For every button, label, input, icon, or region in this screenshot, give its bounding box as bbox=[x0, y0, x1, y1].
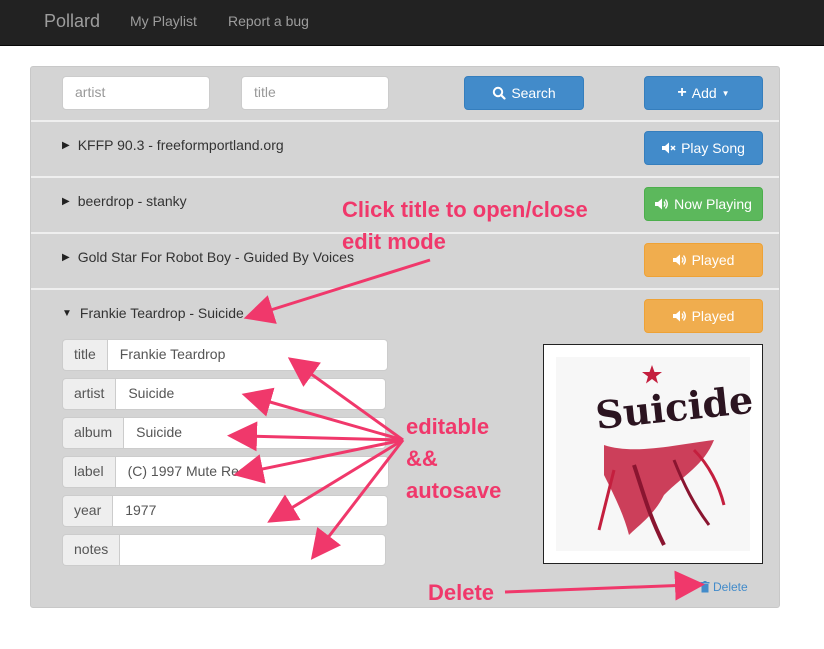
label-input[interactable]: (C) 1997 Mute Rec bbox=[114, 456, 389, 488]
plus-icon: + bbox=[677, 84, 687, 101]
delete-label: Delete bbox=[713, 580, 748, 594]
album-art: Suicide bbox=[543, 344, 763, 564]
volume-up-icon bbox=[672, 310, 686, 322]
play-song-button[interactable]: Play Song bbox=[644, 131, 763, 165]
artist-search-input[interactable]: artist bbox=[62, 76, 210, 110]
search-button-label: Search bbox=[511, 85, 556, 101]
song-row-title[interactable]: ▶ beerdrop - stanky bbox=[62, 193, 187, 209]
brand-link[interactable]: Pollard bbox=[44, 11, 100, 32]
year-field: year 1977 bbox=[62, 495, 389, 527]
label-field: label (C) 1997 Mute Rec bbox=[62, 456, 389, 488]
song-row-title-expanded[interactable]: ▼ Frankie Teardrop - Suicide bbox=[62, 305, 244, 321]
notes-field: notes bbox=[62, 534, 387, 566]
nav-report-bug[interactable]: Report a bug bbox=[228, 13, 309, 29]
add-button[interactable]: + Add ▼ bbox=[644, 76, 763, 110]
caret-right-icon: ▶ bbox=[62, 139, 70, 151]
field-label: notes bbox=[62, 534, 120, 566]
row-divider bbox=[31, 120, 779, 122]
trash-icon bbox=[700, 581, 710, 593]
nav-my-playlist[interactable]: My Playlist bbox=[130, 13, 197, 29]
song-title-label: Gold Star For Robot Boy - Guided By Voic… bbox=[77, 249, 354, 265]
artist-input[interactable]: Suicide bbox=[115, 378, 387, 410]
field-label: year bbox=[62, 495, 113, 527]
annotation-title-hint: edit mode bbox=[342, 229, 446, 254]
song-row-title[interactable]: ▶ KFFP 90.3 - freeformportland.org bbox=[62, 137, 284, 153]
annotation-title-hint: Click title to open/close bbox=[342, 197, 588, 222]
delete-button[interactable]: Delete bbox=[700, 580, 748, 594]
volume-up-icon bbox=[672, 254, 686, 266]
played-label: Played bbox=[691, 252, 735, 268]
field-label: album bbox=[62, 417, 124, 449]
album-input[interactable]: Suicide bbox=[123, 417, 387, 449]
annotation-editable: && bbox=[406, 446, 438, 471]
search-button[interactable]: Search bbox=[464, 76, 584, 110]
caret-down-icon: ▼ bbox=[62, 307, 72, 319]
now-playing-label: Now Playing bbox=[674, 196, 752, 212]
caret-right-icon: ▶ bbox=[62, 195, 70, 207]
field-label: artist bbox=[62, 378, 116, 410]
annotation-editable: autosave bbox=[406, 478, 502, 503]
field-label: title bbox=[62, 339, 107, 371]
artist-field: artist Suicide bbox=[62, 378, 387, 410]
annotation-editable: editable bbox=[406, 414, 490, 439]
field-label: label bbox=[62, 456, 115, 488]
year-input[interactable]: 1977 bbox=[112, 495, 389, 527]
title-field: title Frankie Teardrop bbox=[62, 339, 388, 371]
title-input[interactable]: Frankie Teardrop bbox=[106, 339, 388, 371]
volume-off-icon bbox=[662, 142, 676, 154]
annotation-delete: Delete bbox=[428, 580, 495, 605]
row-divider bbox=[31, 176, 779, 178]
song-title-label: Frankie Teardrop - Suicide bbox=[79, 305, 244, 321]
title-search-input[interactable]: title bbox=[241, 76, 389, 110]
played-button[interactable]: Played bbox=[644, 243, 763, 277]
now-playing-button[interactable]: Now Playing bbox=[644, 187, 763, 221]
song-title-label: beerdrop - stanky bbox=[77, 193, 187, 209]
played-button[interactable]: Played bbox=[644, 299, 763, 333]
notes-input[interactable] bbox=[119, 534, 387, 566]
add-button-label: Add bbox=[691, 85, 717, 101]
caret-right-icon: ▶ bbox=[62, 251, 70, 263]
played-label: Played bbox=[691, 308, 735, 324]
row-divider bbox=[31, 288, 779, 290]
song-title-label: KFFP 90.3 - freeformportland.org bbox=[77, 137, 284, 153]
album-field: album Suicide bbox=[62, 417, 387, 449]
caret-down-icon: ▼ bbox=[721, 88, 730, 98]
search-icon bbox=[493, 86, 506, 100]
song-row-title[interactable]: ▶ Gold Star For Robot Boy - Guided By Vo… bbox=[62, 249, 354, 265]
volume-up-icon bbox=[655, 198, 669, 210]
play-song-label: Play Song bbox=[681, 140, 745, 156]
navbar: Pollard My Playlist Report a bug bbox=[0, 0, 824, 46]
